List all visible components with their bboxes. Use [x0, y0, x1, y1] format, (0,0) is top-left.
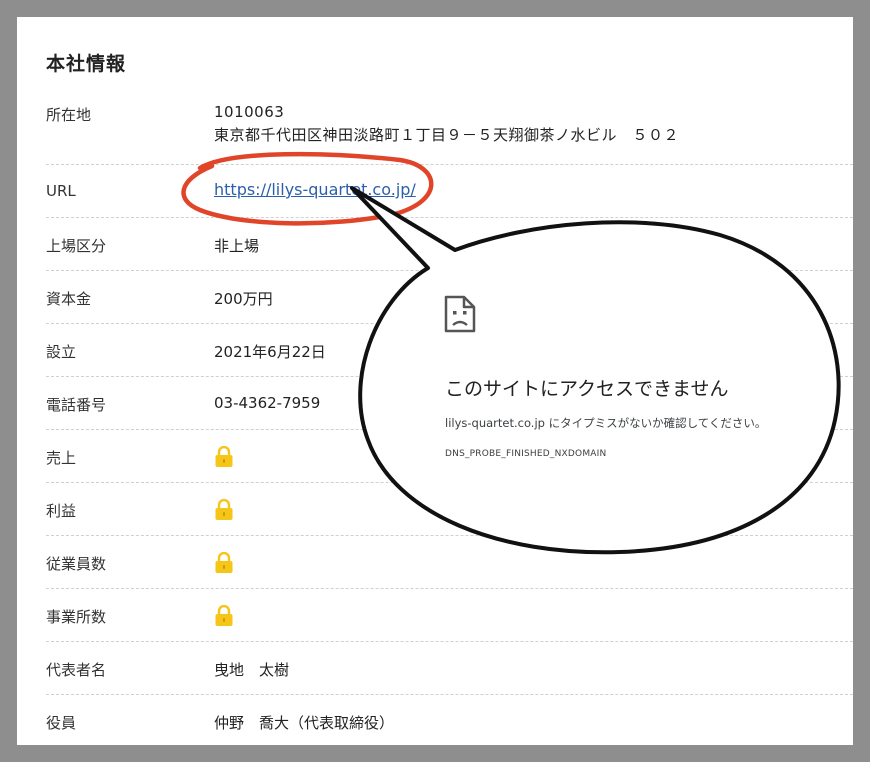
row-url: URL https://lilys-quartet.co.jp/	[46, 165, 853, 218]
postal-code: 1010063	[214, 103, 285, 121]
row-label: 利益	[46, 502, 77, 520]
row-label: URL	[46, 182, 76, 200]
company-url-link[interactable]: https://lilys-quartet.co.jp/	[214, 180, 416, 199]
row-representative: 代表者名 曳地 太樹	[46, 642, 853, 695]
row-officers: 役員 仲野 喬大（代表取締役）	[46, 695, 853, 745]
error-title: このサイトにアクセスできません	[445, 378, 729, 400]
lock-icon	[215, 446, 233, 467]
error-code: DNS_PROBE_FINISHED_NXDOMAIN	[445, 449, 607, 459]
row-label: 上場区分	[46, 237, 107, 255]
row-label: 資本金	[46, 290, 92, 308]
row-label: 事業所数	[46, 608, 107, 626]
row-value: 仲野 喬大（代表取締役）	[214, 714, 395, 732]
section-title: 本社情報	[46, 53, 127, 75]
row-value: 200万円	[214, 290, 273, 308]
row-value: 03-4362-7959	[214, 394, 321, 412]
row-value: 曳地 太樹	[214, 661, 290, 679]
row-value: 非上場	[214, 237, 260, 255]
row-label: 所在地	[46, 106, 92, 124]
row-offices: 事業所数	[46, 589, 853, 642]
lock-icon	[215, 605, 233, 626]
row-label: 売上	[46, 449, 77, 467]
row-employees: 従業員数	[46, 536, 853, 589]
street-address: 東京都千代田区神田淡路町１丁目９－５天翔御茶ノ水ビル ５０２	[214, 126, 680, 144]
row-label: 従業員数	[46, 555, 107, 573]
row-listing: 上場区分 非上場	[46, 218, 853, 271]
row-value: 2021年6月22日	[214, 343, 326, 361]
row-address: 所在地 1010063 東京都千代田区神田淡路町１丁目９－５天翔御茶ノ水ビル ５…	[46, 97, 853, 165]
sad-page-icon	[444, 295, 476, 333]
lock-icon	[215, 552, 233, 573]
row-label: 役員	[46, 714, 77, 732]
lock-icon	[215, 499, 233, 520]
row-label: 設立	[46, 343, 77, 361]
row-profit: 利益	[46, 483, 853, 536]
row-label: 電話番号	[46, 396, 107, 414]
error-description: lilys-quartet.co.jp にタイプミスがないか確認してください。	[445, 416, 767, 430]
url-value: https://lilys-quartet.co.jp/	[214, 180, 416, 199]
row-label: 代表者名	[46, 661, 107, 679]
address-value: 1010063 東京都千代田区神田淡路町１丁目９－５天翔御茶ノ水ビル ５０２	[214, 101, 679, 147]
